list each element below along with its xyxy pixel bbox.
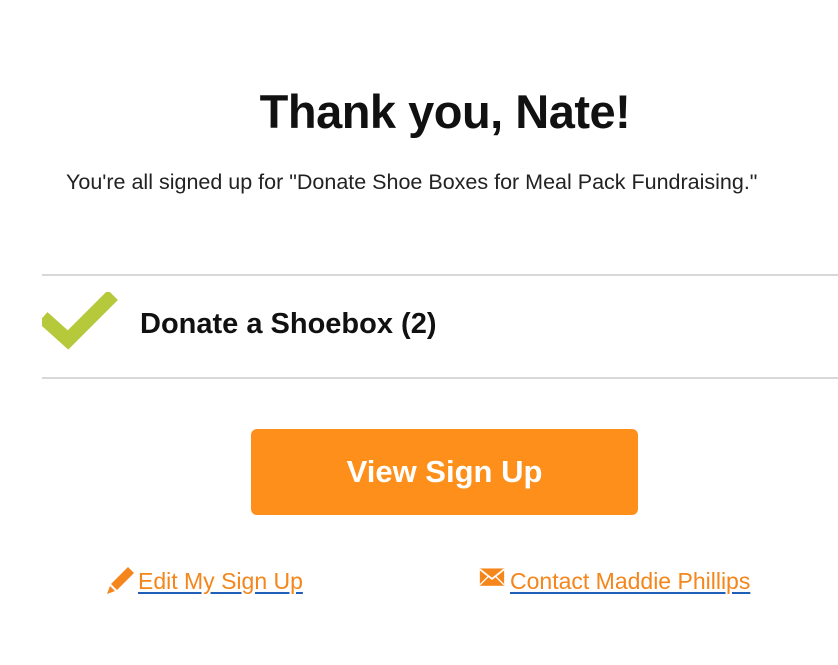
checkmark-icon [42, 292, 118, 350]
confirmation-message: You're all signed up for "Donate Shoe Bo… [66, 170, 758, 194]
signup-item-label: Donate a Shoebox (2) [140, 308, 437, 340]
envelope-icon [479, 568, 505, 586]
divider-bottom [42, 377, 838, 379]
signup-item-row: Donate a Shoebox (2) [42, 276, 838, 377]
view-sign-up-button[interactable]: View Sign Up [251, 429, 638, 515]
contact-organizer-label: Contact Maddie Phillips [510, 568, 751, 594]
page-title: Thank you, Nate! [259, 85, 631, 138]
contact-organizer-link[interactable]: Contact Maddie Phillips [476, 565, 750, 595]
pencil-icon [107, 567, 134, 594]
edit-my-sign-up-link[interactable]: Edit My Sign Up [106, 565, 303, 595]
thank-you-page: Thank you, Nate! You're all signed up fo… [0, 0, 838, 665]
edit-my-sign-up-label: Edit My Sign Up [138, 568, 303, 594]
